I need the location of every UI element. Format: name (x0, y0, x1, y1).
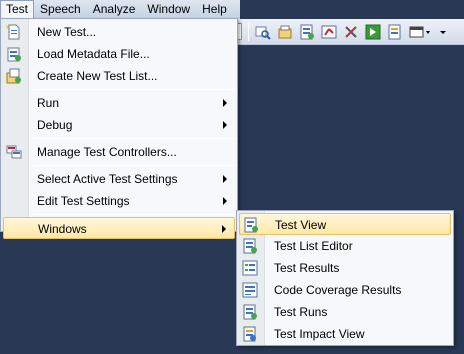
menu-item-load-metadata[interactable]: Load Metadata File... (3, 43, 235, 65)
test-results-icon (242, 260, 258, 276)
code-coverage-icon (242, 282, 258, 298)
menu-item-manage-test-controllers[interactable]: Manage Test Controllers... (3, 141, 235, 163)
test-list-icon[interactable] (298, 23, 316, 41)
menu-item-label: Manage Test Controllers... (37, 145, 177, 159)
submenu-arrow-icon (222, 225, 226, 233)
toolbar-separator (248, 23, 249, 41)
menu-item-label: Edit Test Settings (37, 194, 130, 208)
new-test-icon (6, 24, 22, 40)
submenu-item-test-view[interactable]: Test View (239, 213, 451, 235)
code-coverage-icon[interactable] (320, 23, 338, 41)
test-controllers-icon (6, 144, 22, 160)
menu-item-label: Test Results (274, 261, 340, 275)
menu-item-select-active-test-settings[interactable]: Select Active Test Settings (3, 168, 235, 190)
test-list-editor-icon (242, 238, 258, 254)
submenu-arrow-icon (223, 197, 227, 205)
menu-help[interactable]: Help (196, 0, 233, 19)
menu-item-label: Debug (37, 118, 73, 132)
tools-icon[interactable] (342, 23, 360, 41)
test-impact-icon[interactable] (386, 23, 404, 41)
menu-item-edit-test-settings[interactable]: Edit Test Settings (3, 190, 235, 212)
test-settings-icon[interactable] (276, 23, 294, 41)
submenu-item-test-runs[interactable]: Test Runs (239, 301, 451, 323)
menu-item-label: Select Active Test Settings (37, 172, 178, 186)
ide-window: Test Speech Analyze Window Help New Test… (0, 0, 464, 354)
menu-item-label: Test Impact View (274, 327, 365, 341)
menu-item-label: Windows (38, 222, 87, 236)
menu-item-label: Code Coverage Results (274, 283, 402, 297)
menu-item-label: Run (37, 96, 60, 110)
run-test-icon[interactable] (364, 23, 382, 41)
test-view-icon (243, 217, 259, 233)
menu-item-debug[interactable]: Debug (3, 114, 235, 136)
menu-item-label: Test View (275, 218, 327, 232)
test-runs-icon (242, 304, 258, 320)
submenu-arrow-icon (223, 175, 227, 183)
menu-window[interactable]: Window (141, 0, 196, 19)
menu-separator (33, 165, 235, 166)
test-menu: New Test... Load Metadata File... Create… (0, 18, 238, 239)
menu-analyze[interactable]: Analyze (87, 0, 142, 19)
window-icon[interactable] (408, 23, 432, 41)
overflow-dropdown-icon[interactable] (436, 23, 450, 41)
menu-item-label: Test List Editor (274, 239, 353, 253)
menu-item-label: New Test... (37, 25, 97, 39)
windows-submenu: Test View Test List Editor Test Results … (236, 210, 454, 346)
menu-test[interactable]: Test (0, 0, 35, 19)
menu-item-windows[interactable]: Windows (3, 217, 235, 239)
menu-separator (33, 214, 235, 215)
menu-speech[interactable]: Speech (34, 0, 87, 19)
submenu-item-test-impact-view[interactable]: Test Impact View (239, 323, 451, 345)
new-test-list-icon (6, 68, 22, 84)
menu-item-create-test-list[interactable]: Create New Test List... (3, 65, 235, 87)
submenu-item-test-results[interactable]: Test Results (239, 257, 451, 279)
submenu-item-code-coverage-results[interactable]: Code Coverage Results (239, 279, 451, 301)
menu-item-new-test[interactable]: New Test... (3, 21, 235, 43)
submenu-item-test-list-editor[interactable]: Test List Editor (239, 235, 451, 257)
search-test-icon[interactable] (254, 23, 272, 41)
menu-bar: Test Speech Analyze Window Help (0, 0, 240, 19)
menu-item-label: Load Metadata File... (37, 47, 150, 61)
menu-item-run[interactable]: Run (3, 92, 235, 114)
load-metadata-icon (6, 46, 22, 62)
menu-item-label: Test Runs (274, 305, 328, 319)
submenu-arrow-icon (223, 99, 227, 107)
menu-item-label: Create New Test List... (37, 69, 158, 83)
menu-separator (33, 138, 235, 139)
menu-separator (33, 89, 235, 90)
submenu-arrow-icon (223, 121, 227, 129)
toolbar (232, 19, 464, 45)
test-impact-icon (242, 326, 258, 342)
